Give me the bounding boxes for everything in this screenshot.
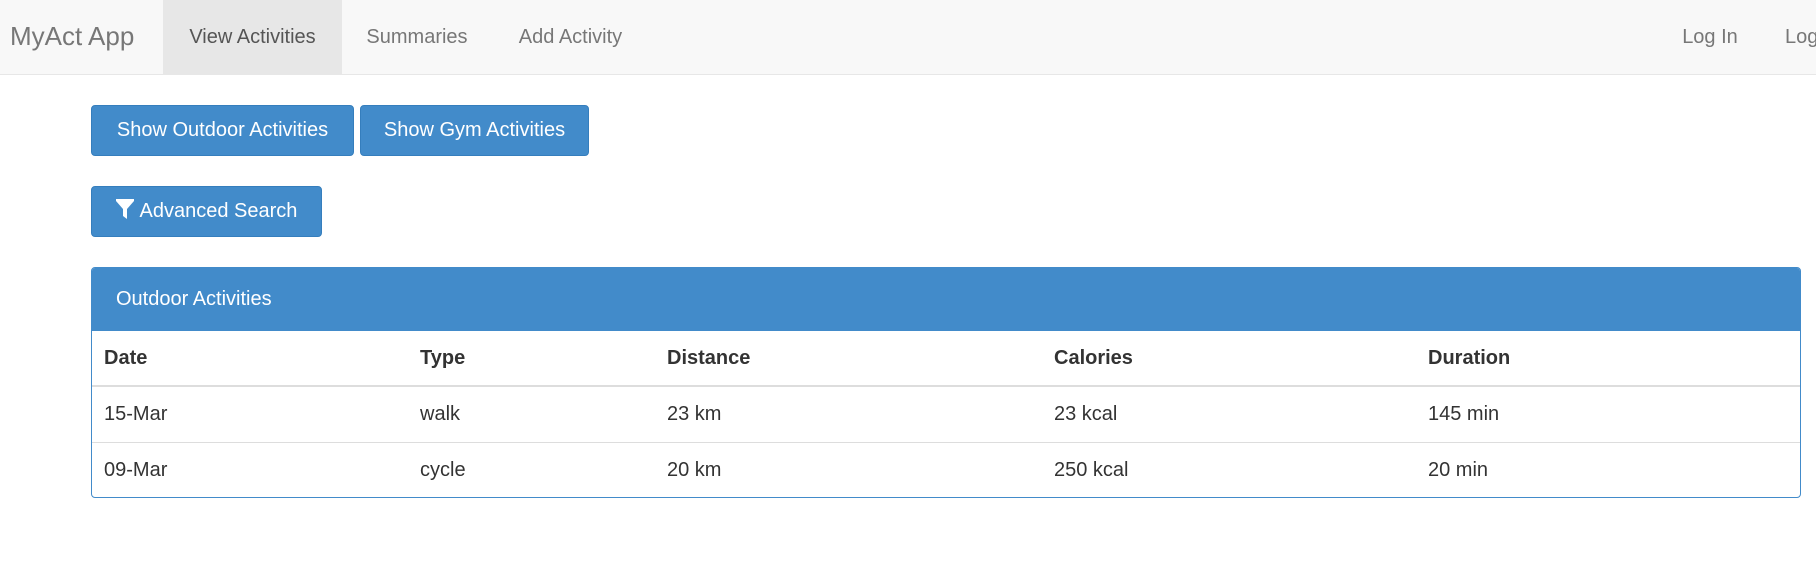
column-header-type: Type [408,331,655,387]
cell-distance: 20 km [655,441,1042,497]
nav-log-in[interactable]: Log In [1660,0,1760,74]
advanced-search-label: Advanced Search [139,200,298,222]
panel-title: Outdoor Activities [92,268,1800,331]
nav-view-activities[interactable]: View Activities [163,0,342,74]
nav-add-activity[interactable]: Add Activity [492,0,649,74]
cell-duration: 145 min [1428,402,1500,425]
column-header-date: Date [92,331,408,387]
cell-calories: 250 kcal [1042,441,1416,497]
cell-type: walk [420,402,461,425]
cell-date: 15-Mar [104,402,168,425]
filter-icon [115,199,134,219]
cell-distance: 23 km [667,402,722,425]
nav-summaries[interactable]: Summaries [342,0,492,74]
nav-log-out[interactable]: Log [1775,0,1816,74]
show-gym-activities-button[interactable]: Show Gym Activities [360,105,589,156]
cell-date: 09-Mar [92,441,408,497]
cell-type: cycle [408,441,655,497]
column-header-duration: Duration [1416,331,1800,387]
navbar: MyAct App View Activities Summaries Add … [0,0,1816,75]
brand-logo[interactable]: MyAct App [10,0,134,74]
cell-duration: 20 min [1416,441,1800,497]
activities-table: Date Type Distance Calories Duration 15-… [92,331,1800,497]
show-outdoor-activities-button[interactable]: Show Outdoor Activities [91,105,354,156]
advanced-search-button[interactable]: Advanced Search [91,186,322,237]
outdoor-activities-panel: Outdoor Activities Date Type Distance Ca… [91,267,1801,498]
table-row: 09-Mar cycle 20 km 250 kcal 20 min [92,441,1800,497]
column-header-distance: Distance [655,331,1042,387]
column-header-calories: Calories [1042,331,1416,387]
table-header-row: Date Type Distance Calories Duration [92,331,1800,387]
table-row: 15-Mar walk 23 km 23 kcal 145 min [92,386,1800,442]
cell-calories: 23 kcal [1054,402,1118,425]
